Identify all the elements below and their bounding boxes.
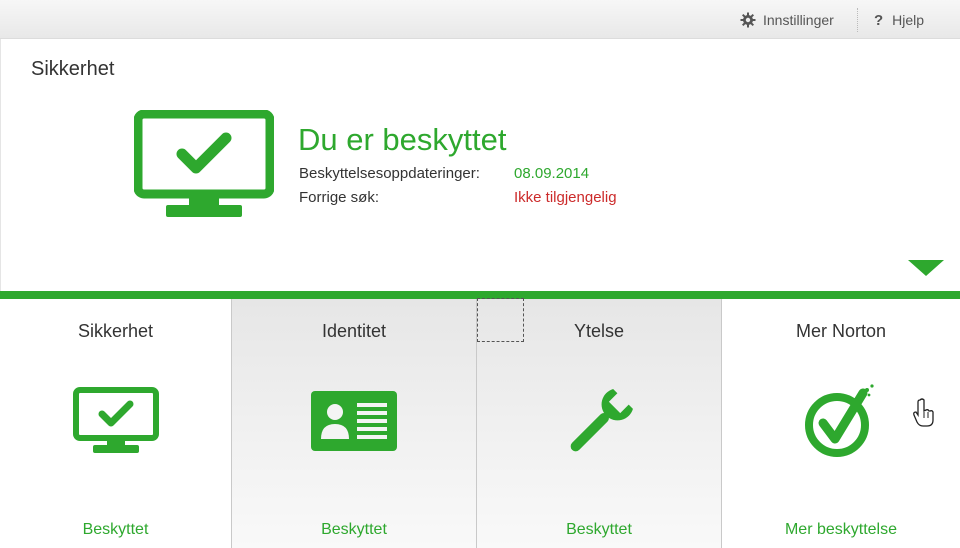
norton-check-icon [805,384,874,457]
tile-status: Mer beskyttelse [784,521,898,538]
updates-label: Beskyttelsesoppdateringer: [299,165,480,182]
tile-title: Identitet [321,321,387,341]
tile-sikkerhet[interactable]: Sikkerhet Beskyttet [0,299,232,548]
wrench-icon [570,389,633,452]
last-scan-value: Ikke tilgjengelig [514,189,617,206]
topbar-separator [857,8,859,32]
tile-status: Beskyttet [321,521,387,538]
expand-arrow-icon[interactable] [908,260,944,276]
help-label: Hjelp [892,12,925,28]
tile-title: Sikkerhet [77,321,154,341]
section-title: Sikkerhet [31,58,115,80]
hand-cursor-icon [913,398,934,427]
id-card-icon [311,391,397,451]
tile-status: Beskyttet [82,521,149,538]
settings-label: Innstillinger [763,12,834,28]
updates-value: 08.09.2014 [514,165,590,182]
monitor-check-icon [134,110,274,217]
focus-indicator [477,298,524,342]
gear-icon [740,12,756,28]
tile-identitet[interactable]: Identitet Beskyttet [232,299,477,548]
help-button[interactable]: ? Hjelp [874,10,924,30]
settings-button[interactable]: Innstillinger [740,10,834,30]
tile-status: Beskyttet [566,521,632,538]
last-scan-label: Forrige søk: [299,189,380,206]
monitor-check-icon [72,387,159,453]
help-icon: ? [874,11,884,29]
protection-headline: Du er beskyttet [298,122,507,157]
top-bar: Innstillinger ? Hjelp [0,0,960,39]
tile-title: Mer Norton [795,321,887,341]
